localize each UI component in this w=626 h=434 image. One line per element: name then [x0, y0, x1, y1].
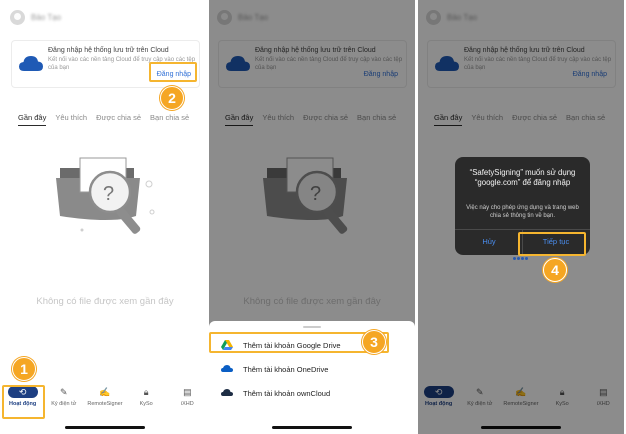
nav-label: iXHD: [180, 401, 194, 407]
cloud-icon: [19, 56, 43, 71]
callout-continue: [518, 232, 586, 256]
lock-icon: 🔒︎: [143, 386, 149, 397]
add-owncloud-item[interactable]: Thêm tài khoản ownCloud: [217, 383, 407, 403]
cancel-button[interactable]: Hủy: [459, 237, 519, 246]
step-badge-2: 2: [160, 86, 184, 110]
screen-step-4: Bảo Tạo Đăng nhập hệ thống lưu trữ trên …: [418, 0, 624, 434]
step-badge-4: 4: [543, 258, 567, 282]
nav-item-esign[interactable]: ✎ Ký điện tử: [44, 386, 84, 408]
sheet-item-label: Thêm tài khoản ownCloud: [243, 388, 331, 398]
home-indicator: [65, 426, 145, 429]
tutorial-stage: Bảo Tạo Đăng nhập hệ thống lưu trữ trên …: [0, 0, 626, 434]
pen-icon: ✎: [60, 386, 68, 397]
loading-spinner: [513, 257, 529, 263]
onedrive-icon: [221, 365, 233, 372]
empty-state-text: Không có file được xem gần đây: [36, 296, 174, 307]
username: Bảo Tạo: [31, 12, 62, 22]
tab-recent[interactable]: Gần đây: [18, 113, 47, 126]
signature-icon: ✍: [99, 386, 111, 397]
sheet-handle[interactable]: [303, 326, 321, 328]
nav-label: Ký điện tử: [51, 401, 77, 407]
step-badge-1: 1: [12, 357, 36, 381]
tab-shared-with-me[interactable]: Được chia sẻ: [96, 113, 141, 126]
screen-step-3: Bảo Tạo Đăng nhập hệ thống lưu trữ trên …: [209, 0, 415, 434]
alert-title: “SafetySigning” muốn sử dụng “google.com…: [469, 168, 576, 187]
nav-label: RemoteSigner: [87, 401, 123, 407]
avatar[interactable]: [10, 9, 25, 25]
add-onedrive-item[interactable]: Thêm tài khoản OneDrive: [217, 359, 407, 379]
file-tabs: Gần đây Yêu thích Được chia sẻ Bạn chia …: [18, 113, 189, 126]
cloud-card-title: Đăng nhập hệ thống lưu trữ trên Cloud: [48, 47, 169, 54]
top-bar: Bảo Tạo: [10, 8, 61, 26]
callout-activity: [2, 385, 45, 419]
folder-search-icon: ?: [56, 157, 155, 234]
owncloud-icon: [221, 389, 233, 396]
nav-item-kyso[interactable]: 🔒︎ KySo: [126, 386, 166, 408]
home-indicator: [272, 426, 352, 429]
svg-text:?: ?: [103, 183, 114, 205]
tab-favorites[interactable]: Yêu thích: [55, 113, 87, 126]
sheet-item-label: Thêm tài khoản OneDrive: [243, 364, 329, 374]
nav-item-ixhd[interactable]: ▤ iXHD: [167, 386, 207, 408]
nav-label: KySo: [139, 401, 153, 407]
step-badge-3: 3: [362, 330, 386, 354]
nav-item-remotesigner[interactable]: ✍ RemoteSigner: [85, 386, 125, 408]
alert-message: Việc này cho phép ứng dụng và trang web …: [466, 205, 579, 219]
document-icon: ▤: [183, 386, 192, 397]
tab-shared-by-me[interactable]: Bạn chia sẻ: [150, 113, 189, 126]
callout-login: [149, 62, 197, 82]
